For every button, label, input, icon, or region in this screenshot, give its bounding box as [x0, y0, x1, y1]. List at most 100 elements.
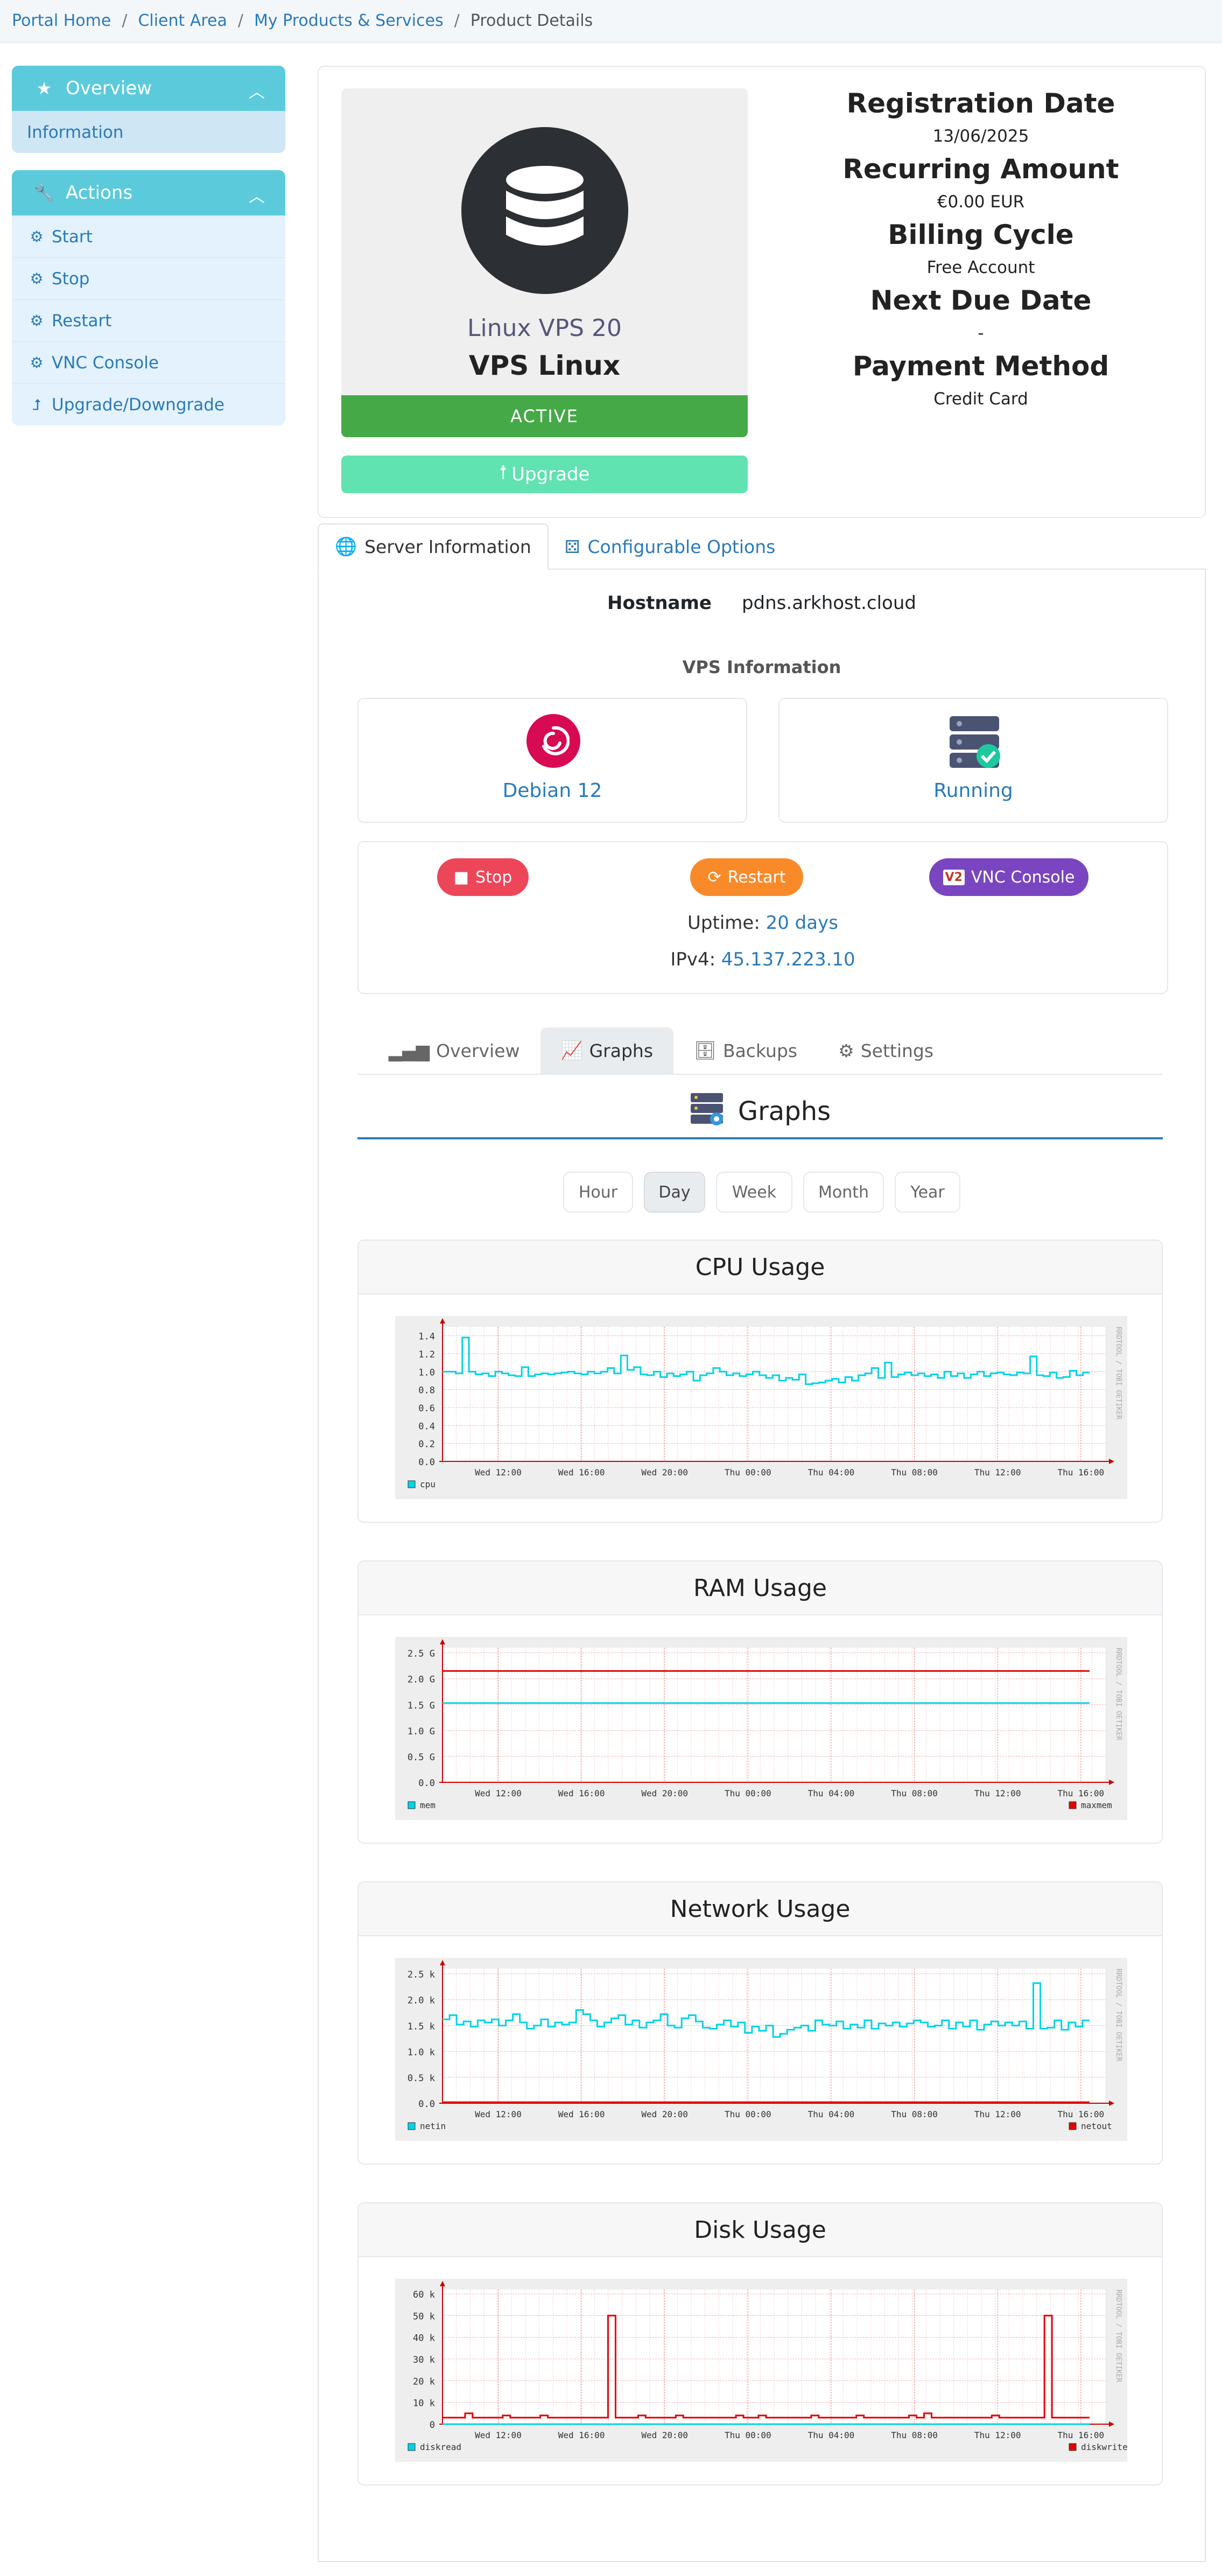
subtab-graphs[interactable]: 📈 Graphs — [540, 1027, 674, 1074]
level-up-icon: ⮥ — [32, 395, 41, 414]
range-day-button[interactable]: Day — [644, 1172, 705, 1213]
sidebar-item-start[interactable]: ⚙ Start — [12, 215, 285, 257]
legend-label-mem: mem — [420, 1800, 436, 1810]
y-tick-label: 0.2 — [418, 1439, 435, 1450]
y-tick-label: 1.0 k — [408, 2047, 435, 2058]
hostname-value: pdns.arkhost.cloud — [741, 592, 916, 614]
ipv4-label: IPv4: — [670, 949, 716, 970]
legend-swatch-diskwrite — [1069, 2443, 1077, 2451]
product-group: VPS Linux — [468, 350, 621, 381]
tab-server-information[interactable]: 🌐 Server Information — [318, 523, 549, 570]
legend-label-cpu: cpu — [420, 1479, 436, 1489]
x-tick-label: Thu 04:00 — [808, 2430, 855, 2440]
graphs-header: Graphs — [357, 1086, 1163, 1139]
overview-panel-title: Overview — [66, 78, 152, 99]
subtab-label: Settings — [860, 1040, 934, 1061]
breadcrumb-products-services[interactable]: My Products & Services — [254, 11, 444, 30]
range-week-button[interactable]: Week — [716, 1172, 792, 1213]
x-tick-label: Thu 16:00 — [1057, 2109, 1104, 2119]
x-tick-label: Thu 16:00 — [1057, 1467, 1104, 1478]
rrdtool-watermark: RRDTOOL / TOBI OETIKER — [1114, 2290, 1122, 2382]
breadcrumb-separator: / — [237, 11, 243, 30]
breadcrumb-current: Product Details — [470, 11, 593, 30]
status-badge: ACTIVE — [341, 395, 748, 437]
sidebar-item-stop[interactable]: ⚙ Stop — [12, 257, 285, 299]
y-tick-label: 0 — [430, 2420, 435, 2431]
vnc-icon: V2 — [943, 869, 965, 885]
x-tick-label: Thu 00:00 — [725, 2109, 771, 2119]
subtab-label: Graphs — [589, 1040, 654, 1061]
subtab-settings[interactable]: ⚙ Settings — [818, 1027, 954, 1074]
axis-arrow — [440, 1639, 445, 1644]
x-tick-label: Wed 16:00 — [558, 1788, 605, 1798]
wrench-icon: 🔧 — [33, 183, 55, 203]
rrdtool-watermark: RRDTOOL / TOBI OETIKER — [1114, 1327, 1122, 1419]
legend-swatch-netin — [408, 2122, 416, 2130]
breadcrumb-client-area[interactable]: Client Area — [138, 11, 227, 30]
registration-date-label: Registration Date — [846, 88, 1115, 119]
chart-title: Disk Usage — [359, 2203, 1162, 2257]
archive-icon: 🗄 — [694, 1040, 717, 1061]
vnc-console-button[interactable]: V2 VNC Console — [929, 858, 1088, 896]
breadcrumb-portal-home[interactable]: Portal Home — [12, 11, 111, 30]
upgrade-button[interactable]: 🠕 Upgrade — [341, 456, 748, 493]
star-icon: ★ — [36, 78, 52, 99]
subtab-overview[interactable]: ▂▄▆ Overview — [368, 1027, 540, 1074]
y-tick-label: 1.0 — [418, 1367, 435, 1378]
axis-arrow — [1109, 1780, 1114, 1785]
state-card: Running — [778, 698, 1168, 823]
y-tick-label: 2.0 G — [408, 1675, 435, 1685]
y-tick-label: 1.2 — [418, 1349, 435, 1360]
sidebar-item-restart[interactable]: ⚙ Restart — [12, 299, 285, 341]
legend-label-diskwrite: diskwrite — [1081, 2442, 1127, 2452]
chevron-up-icon[interactable]: ︿ — [249, 183, 265, 207]
debian-icon — [526, 714, 580, 768]
vnc-label: VNC Console — [971, 867, 1075, 887]
y-tick-label: 0.0 — [418, 1778, 435, 1789]
y-tick-label: 1.5 G — [408, 1700, 435, 1711]
os-card: Debian 12 — [357, 698, 747, 823]
y-tick-label: 1.0 G — [408, 1726, 435, 1737]
legend-swatch-mem — [408, 1801, 416, 1809]
y-tick-label: 10 k — [413, 2398, 435, 2409]
server-information-panel: Hostname pdns.arkhost.cloud VPS Informati… — [318, 569, 1206, 2562]
uptime-row: Uptime: 20 days — [359, 912, 1167, 934]
cogs-icon: ⚙ — [30, 312, 44, 330]
axis-arrow — [440, 1960, 445, 1965]
sidebar-item-upgrade-downgrade[interactable]: ⮥ Upgrade/Downgrade — [12, 383, 285, 425]
y-tick-label: 40 k — [413, 2333, 435, 2344]
os-name: Debian 12 — [502, 780, 602, 802]
x-tick-label: Thu 12:00 — [974, 1788, 1021, 1798]
tab-configurable-options[interactable]: ⚄ Configurable Options — [549, 523, 792, 570]
range-year-button[interactable]: Year — [895, 1172, 960, 1213]
sidebar: ★ Overview ︿ Information 🔧 Actions ︿ ⚙ St… — [12, 66, 285, 443]
subtab-backups[interactable]: 🗄 Backups — [673, 1027, 818, 1074]
network-usage-card: Network Usage 2.5 k 2.0 k 1.5 k 1.0 k 0.5 k 0… — [357, 1881, 1163, 2165]
info-tabs: 🌐 Server Information ⚄ Configurable Option… — [318, 523, 791, 572]
axis-arrow — [1109, 2101, 1114, 2106]
payment-method-label: Payment Method — [852, 351, 1109, 382]
y-tick-label: 0.4 — [418, 1421, 435, 1432]
server-state: Running — [933, 780, 1013, 802]
overview-panel-header[interactable]: ★ Overview ︿ — [12, 66, 285, 111]
x-tick-label: Wed 16:00 — [558, 2109, 605, 2119]
sidebar-item-information[interactable]: Information — [12, 111, 285, 153]
overview-panel: ★ Overview ︿ Information — [12, 66, 285, 153]
uptime-value: 20 days — [765, 912, 838, 934]
axis-arrow — [1109, 1459, 1114, 1464]
x-tick-label: Wed 20:00 — [641, 1788, 688, 1798]
range-hour-button[interactable]: Hour — [563, 1172, 633, 1213]
axis-arrow — [440, 1318, 445, 1324]
chevron-up-icon[interactable]: ︿ — [249, 79, 265, 102]
restart-button[interactable]: ⟳ Restart — [690, 858, 803, 896]
cpu-usage-chart: 1.4 1.2 1.0 0.8 0.6 0.4 0.2 0.0 Wed 12:00 Wed 16:… — [395, 1316, 1127, 1499]
stop-label: Stop — [475, 867, 512, 887]
sidebar-item-vnc-console[interactable]: ⚙ VNC Console — [12, 341, 285, 383]
range-month-button[interactable]: Month — [803, 1172, 884, 1213]
actions-panel-header[interactable]: 🔧 Actions ︿ — [12, 170, 285, 215]
sidebar-item-label: Stop — [52, 269, 90, 289]
server-icon — [690, 1091, 724, 1132]
y-tick-label: 20 k — [413, 2376, 435, 2387]
x-tick-label: Wed 12:00 — [475, 1467, 522, 1478]
stop-button[interactable]: ■ Stop — [437, 858, 529, 896]
